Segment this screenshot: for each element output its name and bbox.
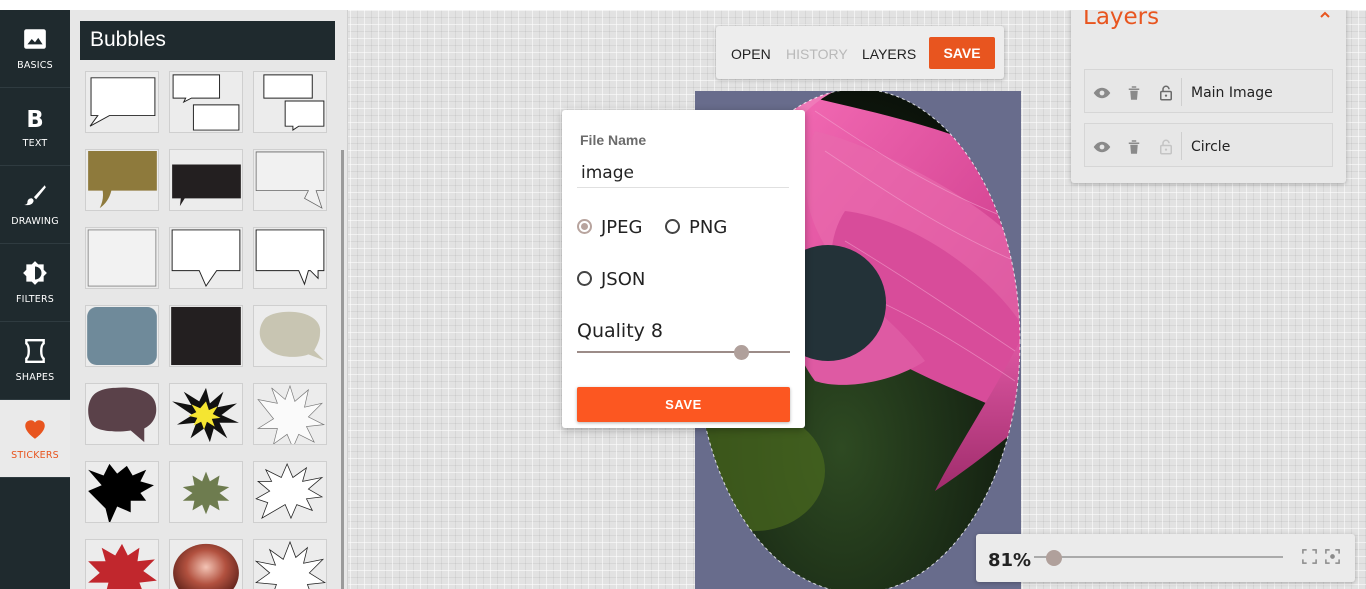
format-label: JSON <box>601 269 646 290</box>
sticker-burst-3[interactable] <box>85 461 159 523</box>
file-name-label: File Name <box>580 132 647 148</box>
sticker-burst-7[interactable] <box>253 539 327 589</box>
sticker-bubble-11[interactable] <box>169 305 243 367</box>
sidebar-item-label: TEXT <box>22 138 48 149</box>
unlock-icon[interactable] <box>1157 84 1175 102</box>
sticker-burst-2[interactable] <box>253 383 327 445</box>
sidebar-item-shapes[interactable]: SHAPES <box>0 322 70 400</box>
sticker-bubble-10[interactable] <box>85 305 159 367</box>
zoom-bar: 81% <box>976 534 1355 582</box>
sticker-bubble-1[interactable] <box>85 71 159 133</box>
shapes-icon <box>25 338 45 364</box>
eye-icon[interactable] <box>1093 84 1111 102</box>
sticker-bubble-13[interactable] <box>85 383 159 445</box>
format-option-json[interactable]: JSON <box>577 269 645 290</box>
layer-row-main-image[interactable]: Main Image <box>1084 69 1333 113</box>
sidebar-item-stickers[interactable]: STICKERS <box>0 400 70 478</box>
sidebar-item-basics[interactable]: BASICS <box>0 10 70 88</box>
zoom-slider-track[interactable] <box>1034 556 1283 558</box>
sidebar-item-label: BASICS <box>17 60 53 71</box>
radio-selected-icon <box>577 219 592 234</box>
layers-title: Layers <box>1083 10 1160 30</box>
heart-icon <box>25 420 45 439</box>
sticker-burst-1[interactable] <box>169 383 243 445</box>
sticker-bubble-8[interactable] <box>169 227 243 289</box>
sticker-bubble-14[interactable] <box>169 539 243 589</box>
panel-scrollbar[interactable] <box>341 150 344 589</box>
format-label: PNG <box>689 217 728 238</box>
layer-row-circle[interactable]: Circle <box>1084 123 1333 167</box>
open-button[interactable]: OPEN <box>731 46 771 62</box>
sticker-bubble-3[interactable] <box>253 71 327 133</box>
brush-icon <box>24 185 46 206</box>
sticker-bubble-7[interactable] <box>85 227 159 289</box>
quality-slider-track[interactable] <box>577 351 790 353</box>
sticker-bubble-2[interactable] <box>169 71 243 133</box>
format-option-jpeg[interactable]: JPEG <box>577 217 642 238</box>
zoom-slider-thumb[interactable] <box>1046 550 1062 566</box>
history-button[interactable]: HISTORY <box>786 46 848 62</box>
file-name-input[interactable] <box>577 158 789 188</box>
unlock-icon[interactable] <box>1157 138 1175 156</box>
trash-icon[interactable] <box>1125 138 1143 156</box>
sticker-bubble-4[interactable] <box>85 149 159 211</box>
sticker-burst-5[interactable] <box>253 461 327 523</box>
stickers-panel: Bubbles <box>70 10 348 589</box>
zoom-value: 81% <box>988 550 1032 571</box>
layer-name: Main Image <box>1191 85 1273 101</box>
focus-center-icon[interactable] <box>1324 548 1341 565</box>
sidebar-item-label: DRAWING <box>11 216 59 227</box>
sidebar-item-label: SHAPES <box>15 372 55 383</box>
eye-icon[interactable] <box>1093 138 1111 156</box>
format-option-png[interactable]: PNG <box>665 217 727 238</box>
save-dialog: File Name JPEG PNG JSON Quality 8 SAVE <box>562 110 805 428</box>
layers-panel: Layers Main Image Circle <box>1071 10 1346 183</box>
quality-slider-thumb[interactable] <box>734 345 749 360</box>
quality-label: Quality 8 <box>577 320 664 342</box>
format-label: JPEG <box>601 217 643 238</box>
layer-name: Circle <box>1191 139 1231 155</box>
sticker-bubble-6[interactable] <box>253 149 327 211</box>
sidebar-item-label: STICKERS <box>11 450 59 461</box>
brightness-icon <box>23 261 47 285</box>
fit-screen-icon[interactable] <box>1301 548 1318 565</box>
svg-text:B: B <box>26 107 43 130</box>
sidebar-item-filters[interactable]: FILTERS <box>0 244 70 322</box>
top-toolbar: OPEN HISTORY LAYERS SAVE <box>716 26 1004 79</box>
layers-button[interactable]: LAYERS <box>862 46 916 62</box>
bold-icon: B <box>26 107 43 130</box>
sticker-burst-6[interactable] <box>85 539 159 589</box>
sidebar-item-label: FILTERS <box>15 294 55 305</box>
divider <box>1181 78 1182 106</box>
radio-icon <box>577 271 592 286</box>
sticker-bubble-9[interactable] <box>253 227 327 289</box>
radio-icon <box>665 219 680 234</box>
sidebar-item-text[interactable]: B TEXT <box>0 88 70 166</box>
sticker-burst-4[interactable] <box>169 461 243 523</box>
sticker-bubble-5[interactable] <box>169 149 243 211</box>
photo-editor-app: BASICS B TEXT DRAWING FILTERS SHAPES STI… <box>0 10 1366 589</box>
divider <box>1181 132 1182 160</box>
dialog-save-button[interactable]: SAVE <box>577 387 790 422</box>
tool-sidebar: BASICS B TEXT DRAWING FILTERS SHAPES STI… <box>0 10 70 589</box>
panel-title: Bubbles <box>80 21 335 60</box>
sidebar-item-drawing[interactable]: DRAWING <box>0 166 70 244</box>
toolbar-save-button[interactable]: SAVE <box>929 37 995 69</box>
trash-icon[interactable] <box>1125 84 1143 102</box>
sticker-bubble-12[interactable] <box>253 305 327 367</box>
image-icon <box>24 29 46 49</box>
chevron-up-icon[interactable] <box>1318 10 1332 22</box>
